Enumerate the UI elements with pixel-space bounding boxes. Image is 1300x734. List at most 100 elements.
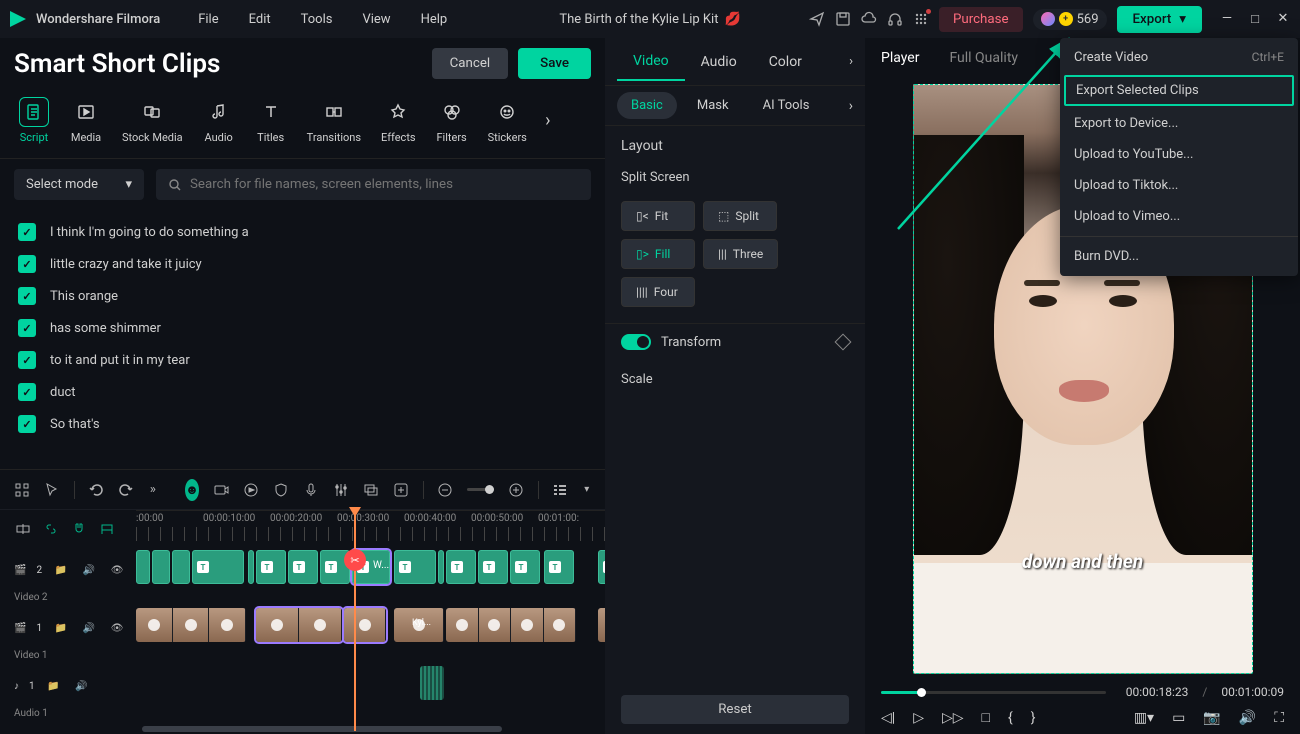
text-clip[interactable]: T [510,550,540,584]
eye-icon[interactable]: 👁 [108,561,126,579]
tabs-scroll-right-icon[interactable]: › [539,110,557,131]
subtab-basic[interactable]: Basic [617,92,677,119]
text-clip[interactable] [438,550,444,584]
add-track-icon[interactable] [14,520,32,538]
close-icon[interactable]: ✕ [1276,11,1290,27]
text-clip[interactable]: T [288,550,318,584]
script-line[interactable]: ✓has some shimmer [14,312,591,344]
folder-icon[interactable]: 📁 [52,619,70,637]
text-clip[interactable]: T [446,550,476,584]
reset-button[interactable]: Reset [621,695,849,724]
checkbox-icon[interactable]: ✓ [18,415,36,433]
split-fill-button[interactable]: ▯>Fill [621,239,695,269]
credits-badge[interactable]: + 569 [1033,9,1107,30]
split-four-button[interactable]: ||||Four [621,277,695,307]
magnet-icon[interactable] [70,520,88,538]
full-quality-tab[interactable]: Full Quality [949,50,1018,66]
text-clip[interactable] [248,550,254,584]
chevron-right-icon[interactable]: › [849,54,853,69]
fast-forward-icon[interactable]: ▷▷ [942,710,964,726]
search-field[interactable] [190,177,579,192]
timeline-scrollbar[interactable] [142,726,469,732]
speaker-icon[interactable]: 🔊 [80,561,98,579]
subtab-mask[interactable]: Mask [683,92,743,119]
video-clip[interactable]: Kyl... [394,608,444,642]
folder-icon[interactable]: 📁 [52,561,70,579]
camera-icon[interactable] [213,481,229,499]
text-clip[interactable]: T [598,550,605,584]
zoom-out-icon[interactable] [437,481,453,499]
export-to-device[interactable]: Export to Device... [1060,108,1298,139]
redo-icon[interactable] [118,481,134,499]
cut-marker-icon[interactable]: ✂ [344,549,366,571]
tab-transitions[interactable]: Transitions [299,93,369,148]
menu-help[interactable]: Help [409,8,460,31]
tab-stock-media[interactable]: Stock Media [114,93,191,148]
script-line[interactable]: ✓little crazy and take it juicy [14,248,591,280]
tab-titles[interactable]: Titles [247,93,295,148]
playhead[interactable] [354,511,356,731]
checkbox-icon[interactable]: ✓ [18,351,36,369]
search-input[interactable] [156,169,591,200]
video-clip[interactable] [256,608,342,642]
player-tab[interactable]: Player [881,50,919,66]
marker-icon[interactable] [98,520,116,538]
record-icon[interactable] [243,481,259,499]
tab-audio-props[interactable]: Audio [685,44,753,80]
snapshot-icon[interactable]: 📷 [1203,710,1220,726]
keyframe-icon[interactable] [835,334,852,351]
export-create-video[interactable]: Create Video Ctrl+E [1060,42,1298,73]
add-icon[interactable] [393,481,409,499]
split-split-button[interactable]: ⬚Split [703,201,777,231]
checkbox-icon[interactable]: ✓ [18,319,36,337]
text-clip[interactable]: T [544,550,574,584]
script-line[interactable]: ✓duct [14,376,591,408]
upload-vimeo[interactable]: Upload to Vimeo... [1060,201,1298,232]
shield-icon[interactable] [273,481,289,499]
script-line[interactable]: ✓to it and put it in my tear [14,344,591,376]
fullscreen-icon[interactable]: ⛶ [1274,710,1284,726]
layout-preview-icon[interactable]: ▥▾ [1134,710,1154,726]
zoom-in-icon[interactable] [508,481,524,499]
link-track-icon[interactable] [42,520,60,538]
tab-video[interactable]: Video [617,43,685,81]
split-fit-button[interactable]: ▯<Fit [621,201,695,231]
video-clip[interactable] [446,608,576,642]
purchase-button[interactable]: Purchase [939,7,1023,32]
text-clip[interactable]: T [394,550,436,584]
eye-icon[interactable]: 👁 [108,619,126,637]
checkbox-icon[interactable]: ✓ [18,287,36,305]
transform-toggle[interactable] [621,334,651,350]
list-view-icon[interactable] [552,481,568,499]
cancel-button[interactable]: Cancel [432,48,509,79]
save-icon[interactable] [835,11,851,27]
menu-file[interactable]: File [186,8,230,31]
script-line[interactable]: ✓This orange [14,280,591,312]
group-icon[interactable] [363,481,379,499]
send-icon[interactable] [809,11,825,27]
tab-filters[interactable]: Filters [428,93,476,148]
text-clip[interactable]: T [478,550,508,584]
play-icon[interactable]: ▷ [913,710,924,726]
chevron-right-icon[interactable]: › [849,98,853,114]
upload-tiktok[interactable]: Upload to Tiktok... [1060,170,1298,201]
more-tools-icon[interactable]: » [148,481,157,499]
cursor-tool-icon[interactable] [44,481,60,499]
text-clip[interactable]: T [192,550,244,584]
text-clip[interactable] [152,550,170,584]
speaker-icon[interactable]: 🔊 [73,677,91,695]
tab-stickers[interactable]: Stickers [480,93,535,148]
video-clip[interactable] [136,608,246,642]
tab-audio[interactable]: Audio [195,93,243,148]
text-clip[interactable]: T [256,550,286,584]
mixer-icon[interactable] [333,481,349,499]
mode-select[interactable]: Select mode ▾ [14,169,144,200]
script-line[interactable]: ✓So that's [14,408,591,440]
progress-bar[interactable] [881,691,1106,694]
select-tool-icon[interactable] [14,481,30,499]
checkbox-icon[interactable]: ✓ [18,383,36,401]
subtab-ai[interactable]: AI Tools [749,92,824,119]
checkbox-icon[interactable]: ✓ [18,223,36,241]
text-clip[interactable] [172,550,190,584]
tab-effects[interactable]: Effects [373,93,424,148]
